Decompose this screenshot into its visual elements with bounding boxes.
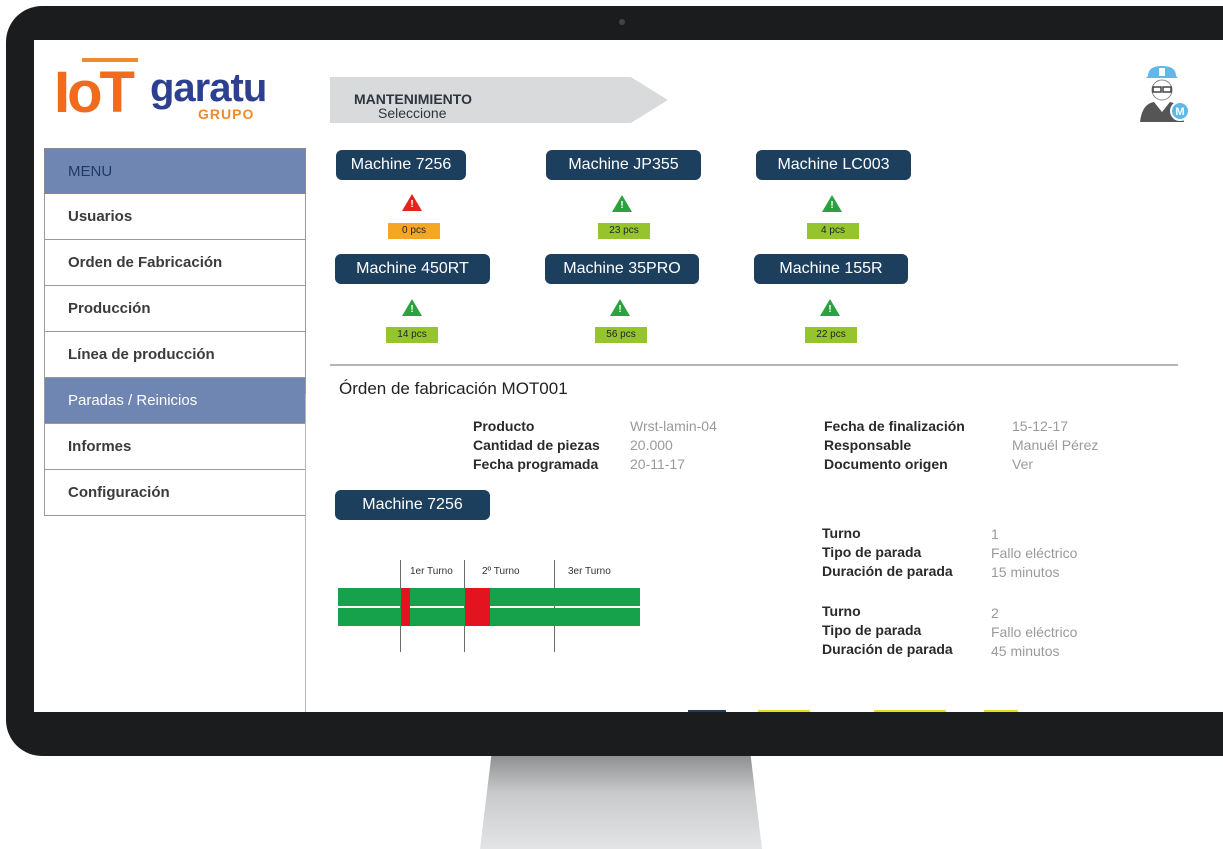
sidebar-item-orden-fabricacion[interactable]: Orden de Fabricación (44, 240, 306, 286)
stop1-duracion-value: 15 minutos (991, 564, 1060, 580)
logo-iot: IoT (54, 60, 135, 125)
order-value-cantidad: 20.000 (630, 437, 673, 453)
sidebar-menu: MENU Usuarios Orden de Fabricación Produ… (44, 148, 306, 516)
stop1-duracion-label: Duración de parada (822, 563, 953, 579)
footer-block (688, 710, 726, 712)
app-screen: IoT garatu GRUPO Seleccione usuario: MAN… (34, 40, 1223, 712)
order-label-documento-origen: Documento origen (824, 456, 948, 472)
machine-button-450rt[interactable]: Machine 450RT (335, 254, 490, 284)
sidebar-item-usuarios[interactable]: Usuarios (44, 194, 306, 240)
warning-exclamation: ! (618, 304, 622, 315)
logo-brand: garatu (150, 66, 267, 110)
pcs-badge: 22 pcs (805, 327, 857, 343)
machine-button-jp355[interactable]: Machine JP355 (546, 150, 701, 180)
order-label-fecha-finalizacion: Fecha de finalización (824, 418, 965, 434)
machine-button-7256[interactable]: Machine 7256 (336, 150, 466, 180)
stop2-turno-value: 2 (991, 605, 999, 621)
shift-label-1: 1er Turno (410, 566, 453, 577)
monitor-stand (480, 756, 762, 849)
brand-logo: IoT garatu GRUPO (54, 58, 267, 125)
sidebar-divider (305, 394, 306, 712)
order-value-fecha-finalizacion: 15-12-17 (1012, 418, 1069, 434)
stop2-duracion-label: Duración de parada (822, 641, 953, 657)
machine-button-35pro[interactable]: Machine 35PRO (545, 254, 699, 284)
stop2-tipo-label: Tipo de parada (822, 622, 922, 638)
order-value-responsable: Manuél Pérez (1012, 437, 1099, 453)
order-label-responsable: Responsable (824, 437, 912, 453)
logo-grupo: GRUPO (198, 106, 255, 122)
webcam (619, 19, 625, 25)
shift-label-3: 3er Turno (568, 566, 611, 577)
shift-label-2: 2º Turno (482, 566, 520, 577)
warning-exclamation: ! (620, 200, 624, 211)
timeline-machine-button[interactable]: Machine 7256 (335, 490, 490, 520)
pcs-badge: 0 pcs (388, 223, 440, 239)
sidebar-item-configuracion[interactable]: Configuración (44, 470, 306, 516)
timeline-tick (554, 560, 555, 652)
footer-block (874, 710, 946, 712)
sidebar-item-produccion[interactable]: Producción (44, 286, 306, 332)
machine-button-lc003[interactable]: Machine LC003 (756, 150, 911, 180)
user-selector-label: Seleccione usuario: (378, 105, 447, 137)
maintenance-user-icon: M (1140, 66, 1190, 122)
sidebar-item-paradas-reinicios[interactable]: Paradas / Reinicios (44, 378, 306, 424)
stop1-turno-value: 1 (991, 526, 999, 542)
warning-exclamation: ! (410, 304, 414, 315)
pcs-badge: 23 pcs (598, 223, 650, 239)
warning-exclamation: ! (830, 200, 834, 211)
stop-marker-2[interactable] (465, 588, 490, 626)
order-value-producto: Wrst-lamin-04 (630, 418, 717, 434)
order-title: Órden de fabricación MOT001 (339, 379, 568, 398)
section-divider (330, 364, 1178, 366)
stop-marker-1[interactable] (401, 588, 410, 626)
document-link[interactable]: Ver (1012, 455, 1033, 474)
order-label-fecha-programada: Fecha programada (473, 456, 599, 472)
footer-block (984, 710, 1018, 712)
stop1-turno-label: Turno (822, 525, 861, 541)
stop2-turno-label: Turno (822, 603, 861, 619)
machine-button-155r[interactable]: Machine 155R (754, 254, 908, 284)
order-label-cantidad: Cantidad de piezas (473, 437, 600, 453)
user-selector[interactable]: Seleccione usuario: MANTENIMIENTO (330, 77, 668, 123)
sidebar-item-informes[interactable]: Informes (44, 424, 306, 470)
stop1-tipo-value: Fallo eléctrico (991, 545, 1078, 561)
pcs-badge: 56 pcs (595, 327, 647, 343)
pcs-badge: 4 pcs (807, 223, 859, 239)
shift-timeline: 1er Turno 2º Turno 3er Turno (338, 560, 642, 652)
warning-exclamation: ! (410, 199, 414, 210)
user-avatar[interactable]: M (1134, 66, 1190, 128)
footer-block (758, 710, 810, 712)
warning-exclamation: ! (828, 304, 832, 315)
stop1-tipo-label: Tipo de parada (822, 544, 922, 560)
pcs-badge: 14 pcs (386, 327, 438, 343)
order-label-producto: Producto (473, 418, 535, 434)
stop2-duracion-value: 45 minutos (991, 643, 1060, 659)
avatar-badge: M (1175, 106, 1184, 118)
sidebar-item-linea-produccion[interactable]: Línea de producción (44, 332, 306, 378)
menu-title: MENU (44, 148, 306, 194)
stop2-tipo-value: Fallo eléctrico (991, 624, 1078, 640)
order-value-fecha-programada: 20-11-17 (630, 456, 686, 472)
